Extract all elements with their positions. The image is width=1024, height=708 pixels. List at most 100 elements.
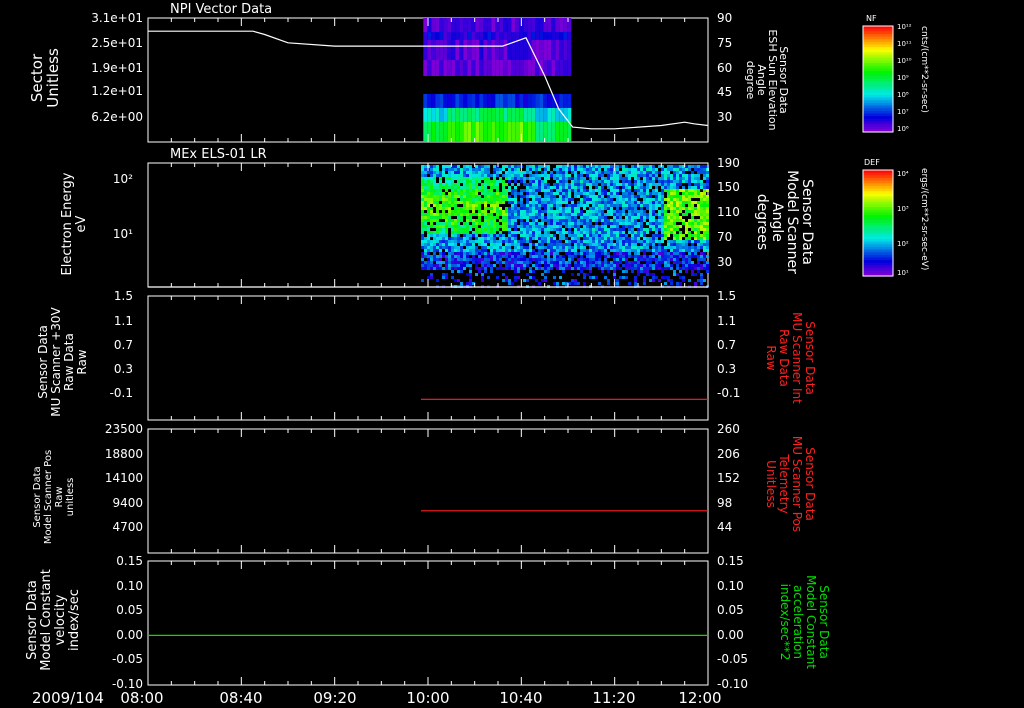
spectrogram-cell [607,237,610,240]
spectrogram-cell [493,243,496,246]
spectrogram-cell [685,264,688,267]
spectrogram-cell [652,210,655,213]
spectrogram-cell [700,195,703,198]
spectrogram-cell [448,219,451,222]
spectrogram-cell [451,177,454,180]
spectrogram-cell [448,237,451,240]
spectrogram-cell [700,234,703,237]
spectrogram-cell [523,171,526,174]
spectrogram-cell [631,243,634,246]
spectrogram-cell [535,252,538,255]
spectrogram-cell [646,186,649,189]
spectrogram-cell [658,267,661,270]
spectrogram-cell [463,213,466,216]
spectrogram-cell [505,249,508,252]
spectrogram-cell [466,273,469,276]
spectrogram-cell [670,249,673,252]
spectrogram-cell [451,186,454,189]
spectrogram-cell [466,228,469,231]
spectrogram-cell [439,243,442,246]
spectrogram-cell [673,183,676,186]
spectrogram-cell [613,255,616,258]
spectrogram-cell [436,225,439,228]
spectrogram-cell [421,198,424,201]
panel-5-right-label-line-4: index/sec**2 [778,584,792,661]
spectrogram-cell [625,237,628,240]
spectrogram-cell [535,195,538,198]
spectrogram-cell [691,252,694,255]
spectrogram-cell [622,204,625,207]
spectrogram-cell [682,264,685,267]
spectrogram-cell [481,267,484,270]
spectrogram-cell [577,282,580,285]
spectrogram-cell [610,180,613,183]
spectrogram-cell [538,201,541,204]
spectrogram-cell [442,273,445,276]
spectrogram-cell [523,94,528,108]
spectrogram-cell [526,165,529,168]
spectrogram-cell [535,177,538,180]
spectrogram-cell [523,231,526,234]
spectrogram-cell [478,249,481,252]
spectrogram-cell [598,258,601,261]
spectrogram-cell [640,207,643,210]
spectrogram-cell [499,252,502,255]
spectrogram-cell [706,171,709,174]
spectrogram-cell [562,177,565,180]
spectrogram-cell [517,267,520,270]
spectrogram-cell [637,237,640,240]
spectrogram-cell [427,180,430,183]
spectrogram-cell [649,186,652,189]
spectrogram-cell [481,273,484,276]
spectrogram-cell [454,186,457,189]
spectrogram-cell [661,240,664,243]
spectrogram-cell [631,255,634,258]
spectrogram-cell [475,237,478,240]
spectrogram-cell [527,122,532,142]
spectrogram-cell [487,240,490,243]
spectrogram-cell [466,189,469,192]
spectrogram-cell [661,177,664,180]
spectrogram-cell [541,186,544,189]
spectrogram-cell [439,204,442,207]
spectrogram-cell [634,276,637,279]
spectrogram-cell [421,231,424,234]
spectrogram-cell [556,174,559,177]
spectrogram-cell [460,189,463,192]
spectrogram-cell [478,186,481,189]
panel-3-right-tick: -0.1 [717,386,740,400]
spectrogram-cell [625,183,628,186]
spectrogram-cell [688,183,691,186]
spectrogram-cell [520,267,523,270]
spectrogram-cell [483,60,488,76]
spectrogram-cell [583,258,586,261]
spectrogram-cell [559,255,562,258]
spectrogram-cell [547,94,552,108]
spectrogram-cell [628,267,631,270]
colorbar-1-units: cnts/(cm**2-sr-sec) [919,26,929,113]
spectrogram-cell [577,192,580,195]
spectrogram-cell [631,234,634,237]
spectrogram-cell [532,189,535,192]
spectrogram-cell [469,192,472,195]
spectrogram-cell [670,222,673,225]
spectrogram-cell [529,276,532,279]
spectrogram-cell [700,252,703,255]
spectrogram-cell [589,240,592,243]
spectrogram-cell [424,186,427,189]
spectrogram-cell [502,201,505,204]
spectrogram-cell [634,261,637,264]
spectrogram-cell [700,210,703,213]
spectrogram-cell [451,246,454,249]
spectrogram-cell [436,192,439,195]
panel-2-left-label-line-1: Electron Energy [60,172,75,275]
spectrogram-cell [454,234,457,237]
spectrogram-cell [538,183,541,186]
spectrogram-cell [670,225,673,228]
spectrogram-cell [574,261,577,264]
spectrogram-cell [685,231,688,234]
spectrogram-cell [604,213,607,216]
spectrogram-cell [577,195,580,198]
spectrogram-cell [515,108,520,122]
spectrogram-cell [466,246,469,249]
